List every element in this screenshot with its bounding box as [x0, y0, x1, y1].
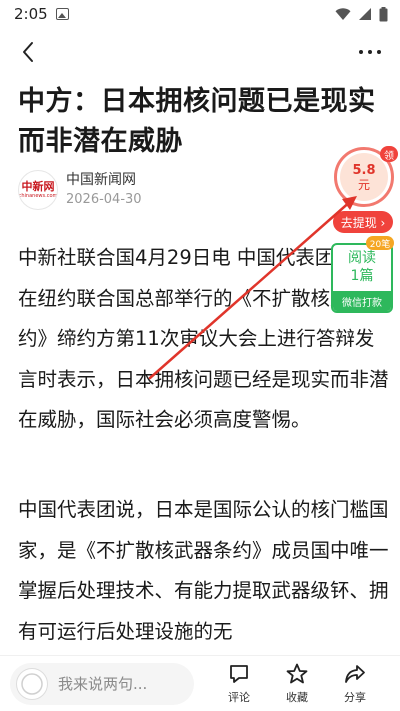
- source-logo-text: 中新网: [21, 180, 55, 193]
- read-task-line2: 1篇: [350, 268, 374, 284]
- status-icons: [335, 6, 388, 22]
- wifi-icon: [335, 7, 351, 20]
- source-logo-subtext: chinanews.com: [18, 193, 58, 199]
- star-icon: [286, 663, 308, 684]
- status-time: 2:05: [14, 5, 48, 23]
- more-button[interactable]: [354, 36, 386, 68]
- battery-icon: [379, 6, 388, 21]
- user-avatar: [16, 667, 48, 700]
- source-logo[interactable]: 中新网 chinanews.com: [18, 170, 58, 210]
- back-button[interactable]: [12, 36, 44, 68]
- top-nav: [0, 28, 400, 76]
- comment-button[interactable]: 评论: [214, 662, 264, 705]
- back-arrow-icon: [23, 42, 33, 62]
- share-button[interactable]: 分享: [330, 662, 380, 705]
- reward-unit: 元: [357, 177, 370, 192]
- source-meta: 中国新闻网 2026-04-30: [66, 170, 142, 210]
- signal-icon: [359, 8, 371, 20]
- comment-icon: [230, 665, 248, 683]
- reward-amount: 5.8: [352, 162, 376, 178]
- comment-placeholder: 我来说两句...: [58, 675, 148, 693]
- read-task-line1: 阅读: [348, 250, 376, 266]
- read-task-text: 阅读 1篇: [348, 249, 376, 285]
- share-icon: [345, 665, 365, 683]
- avatar-placeholder-icon: [21, 672, 43, 695]
- comment-input[interactable]: 我来说两句...: [10, 662, 194, 705]
- reward-claim-badge[interactable]: 领: [380, 146, 398, 162]
- status-bar: 2:05: [0, 0, 400, 28]
- gallery-notification-icon: [55, 8, 69, 20]
- favorite-label: 收藏: [286, 691, 308, 704]
- withdraw-button[interactable]: 去提现 ›: [333, 211, 393, 233]
- article-source: 中新网 chinanews.com 中国新闻网 2026-04-30: [18, 170, 142, 210]
- read-task-card[interactable]: 阅读 1篇 微信打款: [331, 243, 393, 313]
- more-dots-icon: [359, 50, 381, 54]
- favorite-button[interactable]: 收藏: [272, 662, 322, 705]
- article-title: 中方：日本拥核问题已是现实而非潜在威胁: [18, 86, 376, 157]
- share-label: 分享: [344, 691, 366, 704]
- read-task-footer: 微信打款: [333, 291, 391, 311]
- source-name[interactable]: 中国新闻网: [66, 170, 142, 190]
- read-task-badge: 20笔: [366, 236, 394, 250]
- reward-inner: 5.8 元: [340, 153, 388, 201]
- publish-date: 2026-04-30: [66, 192, 142, 207]
- comment-label: 评论: [228, 691, 250, 704]
- bottom-bar: 我来说两句... 评论 收藏 分享: [0, 655, 400, 711]
- article-paragraph: 中国代表团说，日本是国际公认的核门槛国家，是《不扩散核武器条约》成员国中唯一掌握…: [18, 498, 389, 643]
